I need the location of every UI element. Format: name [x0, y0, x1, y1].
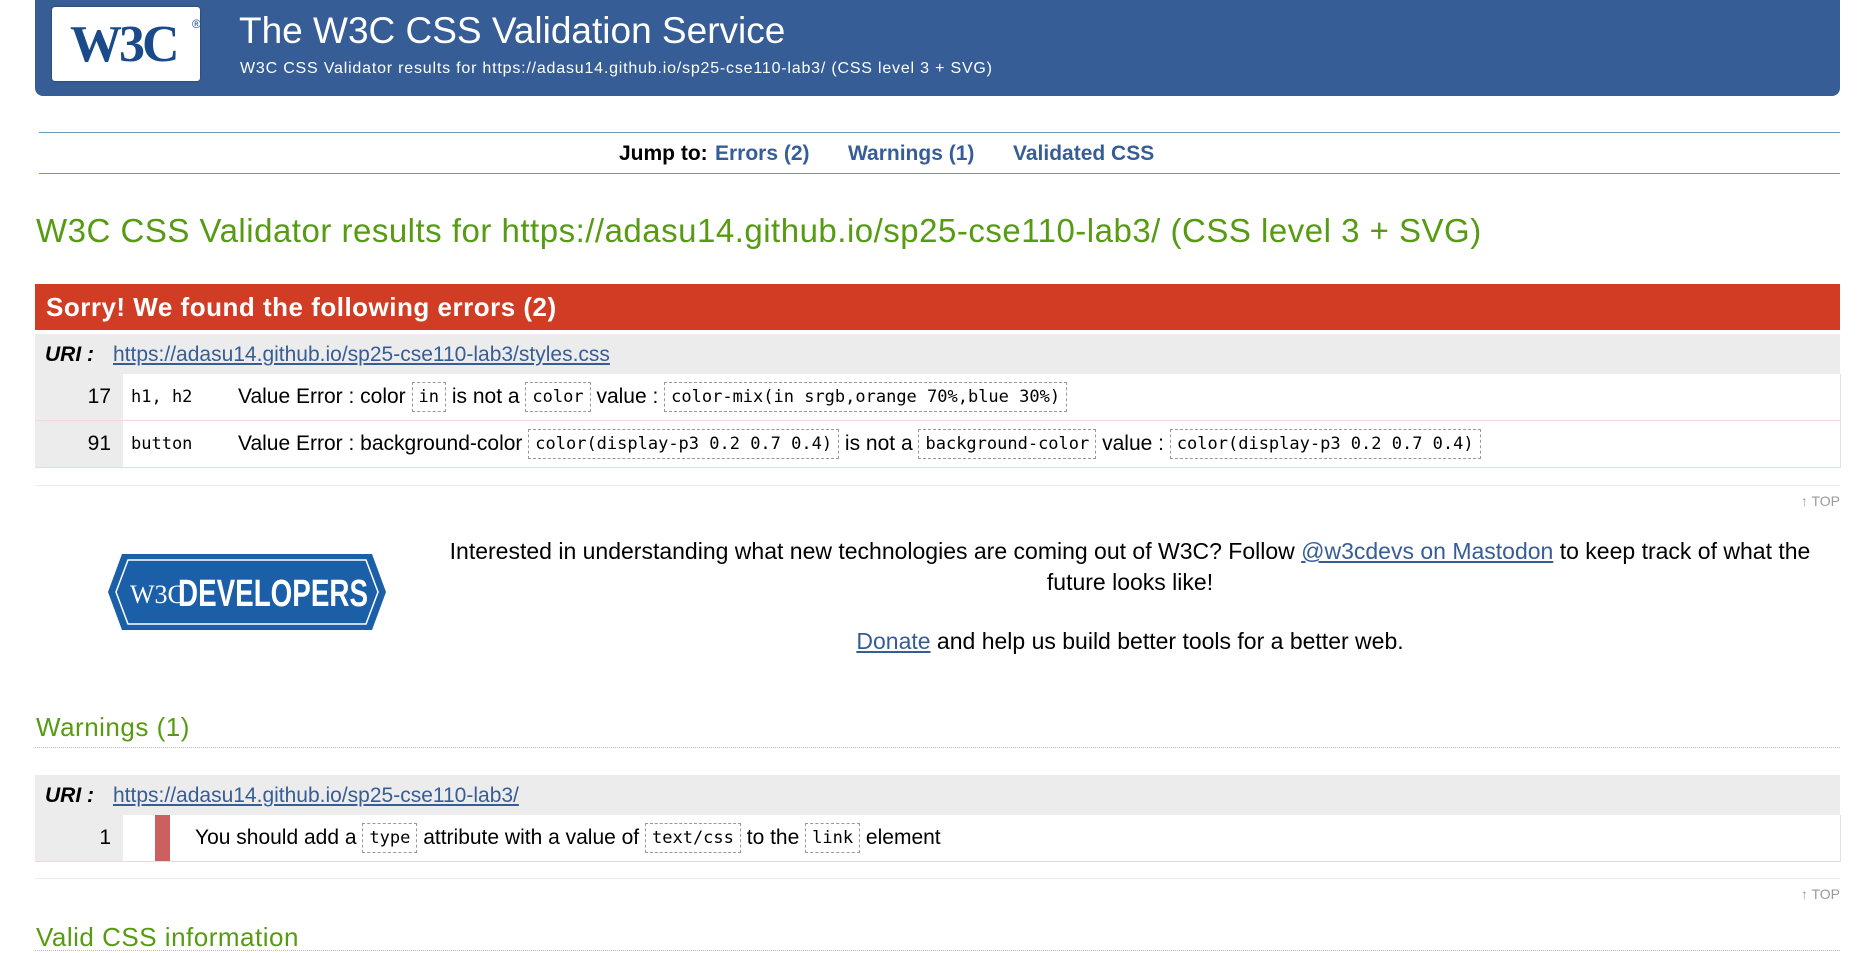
error-row: 91 button Value Error : background-color… — [35, 421, 1841, 468]
errors-banner-text: Sorry! We found the following errors (2) — [46, 292, 557, 322]
line-number: 1 — [35, 815, 123, 861]
warning-text: to the — [746, 826, 800, 849]
errors-uri-link[interactable]: https://adasu14.github.io/sp25-cse110-la… — [113, 343, 610, 367]
code-snippet: color-mix(in srgb,orange 70%,blue 30%) — [664, 382, 1068, 413]
warnings-uri-row: URI : https://adasu14.github.io/sp25-cse… — [35, 775, 1840, 817]
error-row: 17 h1, h2 Value Error : color in is not … — [35, 374, 1841, 421]
promo-text: Interested in understanding what new tec… — [430, 536, 1830, 598]
divider — [35, 878, 1840, 879]
warning-text: element — [865, 826, 941, 849]
donate-text-rest: and help us build better tools for a bet… — [930, 628, 1404, 654]
code-snippet: type — [362, 823, 418, 854]
warning-text: You should add a — [195, 826, 357, 849]
dev-logo-w3c: W3C — [130, 580, 185, 609]
code-snippet: in — [411, 382, 446, 413]
code-snippet: color(display-p3 0.2 0.7 0.4) — [528, 429, 840, 460]
error-message: Value Error : background-color color(dis… — [238, 421, 1481, 467]
code-snippet: text/css — [645, 823, 741, 854]
donate-link[interactable]: Donate — [856, 628, 930, 654]
code-snippet: background-color — [918, 429, 1097, 460]
error-prefix: Value Error : color — [238, 385, 406, 408]
error-text: is not a — [844, 432, 913, 455]
warning-message: You should add a type attribute with a v… — [195, 815, 941, 861]
w3c-logo[interactable]: W3C ® — [52, 7, 201, 81]
divider — [35, 485, 1840, 486]
error-prefix: Value Error : background-color — [238, 432, 523, 455]
jump-errors-link[interactable]: Errors (2) — [715, 142, 810, 166]
dev-logo-word: DEVELOPERS — [178, 573, 368, 615]
line-number: 17 — [35, 374, 123, 420]
uri-label: URI : — [45, 343, 94, 366]
code-snippet: link — [805, 823, 861, 854]
site-header: W3C ® The W3C CSS Validation Service W3C… — [35, 0, 1840, 96]
warnings-rule — [35, 747, 1840, 748]
warnings-heading: Warnings (1) — [36, 712, 190, 742]
back-to-top-link[interactable]: ↑ TOP — [1801, 886, 1840, 902]
mastodon-link[interactable]: @w3cdevs on Mastodon — [1301, 538, 1553, 564]
warnings-uri-link[interactable]: https://adasu14.github.io/sp25-cse110-la… — [113, 784, 519, 808]
w3c-logo-text: W3C — [70, 16, 180, 73]
jump-nav: Jump to: Errors (2) Warnings (1) Validat… — [39, 132, 1840, 174]
warning-row: 1 You should add a type attribute with a… — [35, 815, 1841, 862]
error-text: value : — [1102, 432, 1164, 455]
back-to-top-link[interactable]: ↑ TOP — [1801, 493, 1840, 509]
error-text: value : — [596, 385, 659, 408]
errors-banner: Sorry! We found the following errors (2) — [35, 284, 1840, 330]
error-text: is not a — [451, 385, 520, 408]
page-title: The W3C CSS Validation Service — [239, 10, 786, 51]
results-heading: W3C CSS Validator results for https://ad… — [36, 212, 1482, 249]
donate-text: Donate and help us build better tools fo… — [430, 628, 1830, 655]
w3c-developers-logo[interactable]: W3C DEVELOPERS — [108, 554, 386, 630]
uri-label: URI : — [45, 784, 94, 807]
warning-text: attribute with a value of — [423, 826, 640, 849]
css-selector: h1, h2 — [131, 387, 193, 407]
promo-text-before: Interested in understanding what new tec… — [449, 538, 1302, 564]
code-snippet: color(display-p3 0.2 0.7 0.4) — [1169, 429, 1481, 460]
page-subtitle: W3C CSS Validator results for https://ad… — [240, 60, 993, 77]
valid-css-heading: Valid CSS information — [36, 922, 299, 952]
error-message: Value Error : color in is not a color va… — [238, 374, 1068, 420]
registered-mark: ® — [192, 17, 201, 31]
jump-validated-css-link[interactable]: Validated CSS — [1013, 142, 1154, 166]
code-snippet: color — [525, 382, 591, 413]
jump-label: Jump to: — [619, 142, 708, 165]
errors-uri-row: URI : https://adasu14.github.io/sp25-cse… — [35, 334, 1840, 376]
jump-warnings-link[interactable]: Warnings (1) — [848, 142, 974, 166]
line-number: 91 — [35, 421, 123, 467]
warning-level-marker — [155, 815, 170, 861]
css-selector: button — [131, 434, 193, 454]
